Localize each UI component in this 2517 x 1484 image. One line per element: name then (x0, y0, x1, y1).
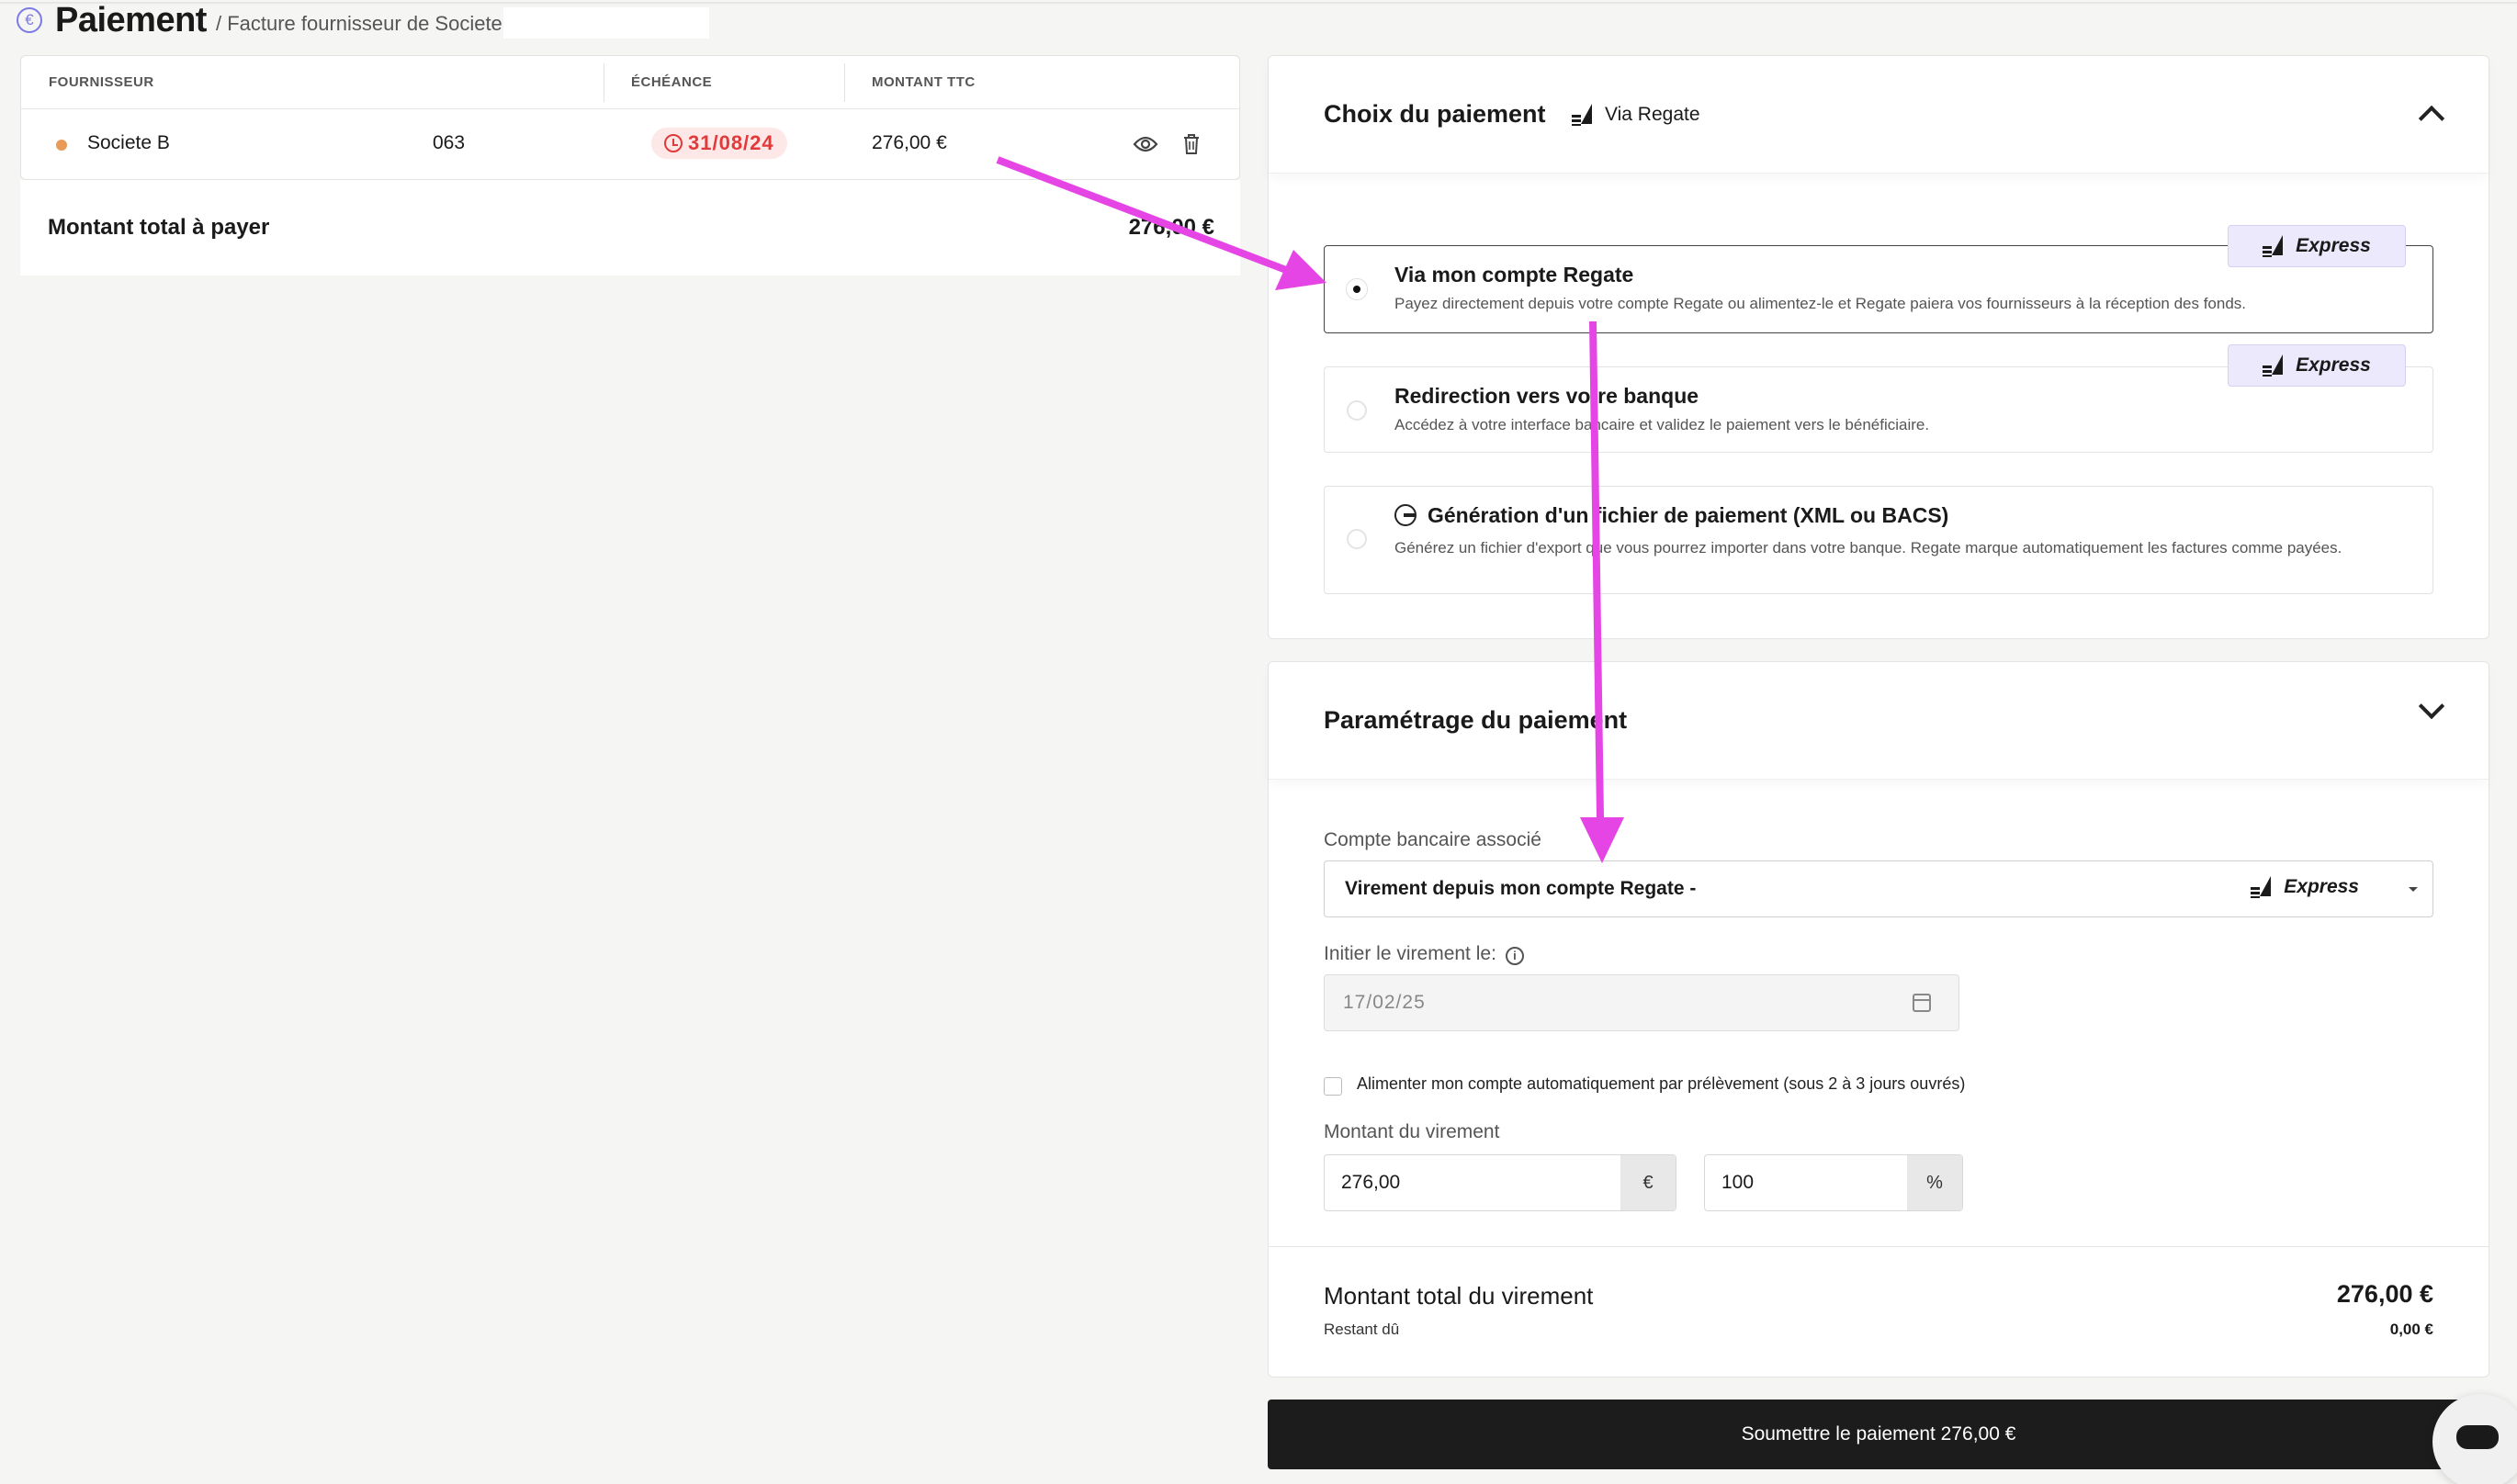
radio-bank-redirect[interactable] (1347, 400, 1367, 421)
account-label: Compte bancaire associé (1324, 829, 1541, 850)
calendar-icon[interactable] (1913, 994, 1931, 1012)
column-supplier: FOURNISSEUR (49, 74, 154, 90)
sail-icon (2263, 354, 2285, 377)
payment-choice-card: Choix du paiement Via Regate Via mon com… (1268, 55, 2489, 639)
radio-regate-account[interactable] (1347, 279, 1367, 299)
amount-input[interactable]: 276,00 € (1324, 1154, 1676, 1211)
total-to-pay: Montant total à payer 276,00 € (20, 180, 1240, 275)
via-regate-label: Via Regate (1605, 104, 1700, 125)
payment-settings-card: Paramétrage du paiement Compte bancaire … (1268, 661, 2489, 1377)
percent-input-value: 100 (1721, 1172, 1755, 1193)
amount-input-value: 276,00 (1341, 1172, 1401, 1193)
sail-icon (2263, 235, 2285, 257)
percent-unit: % (1907, 1155, 1962, 1210)
amount-value: 276,00 € (872, 132, 947, 153)
file-export-icon (1394, 504, 1417, 526)
remaining-label: Restant dû (1324, 1321, 1400, 1338)
express-badge: Express (2228, 344, 2406, 387)
option-description: Accédez à votre interface bancaire et va… (1394, 416, 1930, 433)
transfer-total-value: 276,00 € (2336, 1280, 2433, 1308)
amount-label: Montant du virement (1324, 1121, 1500, 1142)
clock-icon (664, 134, 683, 152)
remaining-value: 0,00 € (2389, 1321, 2433, 1338)
express-badge: Express (2251, 876, 2359, 898)
radio-file-export[interactable] (1347, 529, 1367, 549)
option-description: Payez directement depuis votre compte Re… (1394, 295, 2247, 312)
due-date-badge: 31/08/24 (651, 128, 787, 159)
auto-fund-checkbox[interactable] (1324, 1077, 1342, 1096)
chevron-down-icon[interactable] (2418, 692, 2445, 720)
via-regate-tag: Via Regate (1572, 104, 1700, 126)
chat-icon[interactable] (2432, 1394, 2517, 1484)
info-icon[interactable]: i (1505, 947, 1524, 965)
page-header: € Paiement / Facture fournisseur de Soci… (17, 0, 522, 40)
trash-icon[interactable] (1175, 128, 1208, 161)
express-label: Express (2284, 876, 2359, 897)
redacted-area (503, 7, 709, 39)
sail-icon (2251, 876, 2273, 898)
option-file-export[interactable]: Génération d'un fichier de paiement (XML… (1324, 486, 2433, 594)
euro-icon: € (17, 7, 42, 33)
supplier-name: Societe B (87, 132, 170, 153)
date-label: Initier le virement le: i (1324, 943, 1524, 965)
column-due-date: ÉCHÉANCE (631, 74, 713, 90)
option-title: Redirection vers votre banque (1394, 384, 1699, 408)
page-title: Paiement (55, 0, 207, 39)
transfer-date-input[interactable]: 17/02/25 (1324, 974, 1959, 1031)
due-date-value: 31/08/24 (688, 131, 774, 154)
transfer-date-value: 17/02/25 (1343, 992, 1426, 1013)
express-label: Express (2296, 354, 2371, 376)
payment-settings-title: Paramétrage du paiement (1324, 706, 1628, 734)
total-value: 276,00 € (1128, 215, 1214, 240)
table-row[interactable]: Societe B 063 31/08/24 276,00 € (21, 109, 1239, 181)
payment-settings-header[interactable]: Paramétrage du paiement (1269, 662, 2489, 780)
express-badge: Express (2228, 225, 2406, 267)
transfer-summary: Montant total du virement Restant dû 276… (1269, 1246, 2489, 1378)
auto-fund-label[interactable]: Alimenter mon compte automatiquement par… (1357, 1074, 1965, 1094)
invoice-table: FOURNISSEUR ÉCHÉANCE MONTANT TTC Societe… (20, 55, 1240, 180)
bank-account-select[interactable]: Virement depuis mon compte Regate - Expr… (1324, 860, 2433, 917)
bank-account-value: Virement depuis mon compte Regate - (1345, 878, 1697, 899)
date-label-text: Initier le virement le: (1324, 943, 1496, 964)
option-title: Via mon compte Regate (1394, 263, 1634, 287)
caret-down-icon[interactable] (2409, 887, 2418, 892)
eye-icon[interactable] (1129, 128, 1162, 161)
sail-icon (1572, 104, 1594, 126)
express-label: Express (2296, 235, 2371, 256)
payment-choice-header[interactable]: Choix du paiement Via Regate (1269, 56, 2489, 174)
payment-choice-title: Choix du paiement (1324, 100, 1546, 128)
euro-unit: € (1620, 1155, 1676, 1210)
column-divider (844, 63, 845, 102)
breadcrumb[interactable]: / Facture fournisseur de Societe B (216, 12, 522, 36)
invoice-reference: 063 (433, 132, 466, 153)
table-header: FOURNISSEUR ÉCHÉANCE MONTANT TTC (21, 56, 1239, 109)
option-title: Génération d'un fichier de paiement (XML… (1394, 503, 1948, 528)
column-amount: MONTANT TTC (872, 74, 976, 90)
percent-input[interactable]: 100 % (1704, 1154, 1963, 1211)
option-title-text: Génération d'un fichier de paiement (XML… (1428, 503, 1949, 527)
total-label: Montant total à payer (48, 215, 270, 240)
transfer-total-label: Montant total du virement (1324, 1282, 1594, 1310)
chevron-up-icon[interactable] (2418, 105, 2445, 132)
status-dot (56, 140, 67, 151)
submit-payment-button[interactable]: Soumettre le paiement 276,00 € (1268, 1400, 2489, 1469)
option-description: Générez un fichier d'export que vous pou… (1394, 539, 2342, 556)
